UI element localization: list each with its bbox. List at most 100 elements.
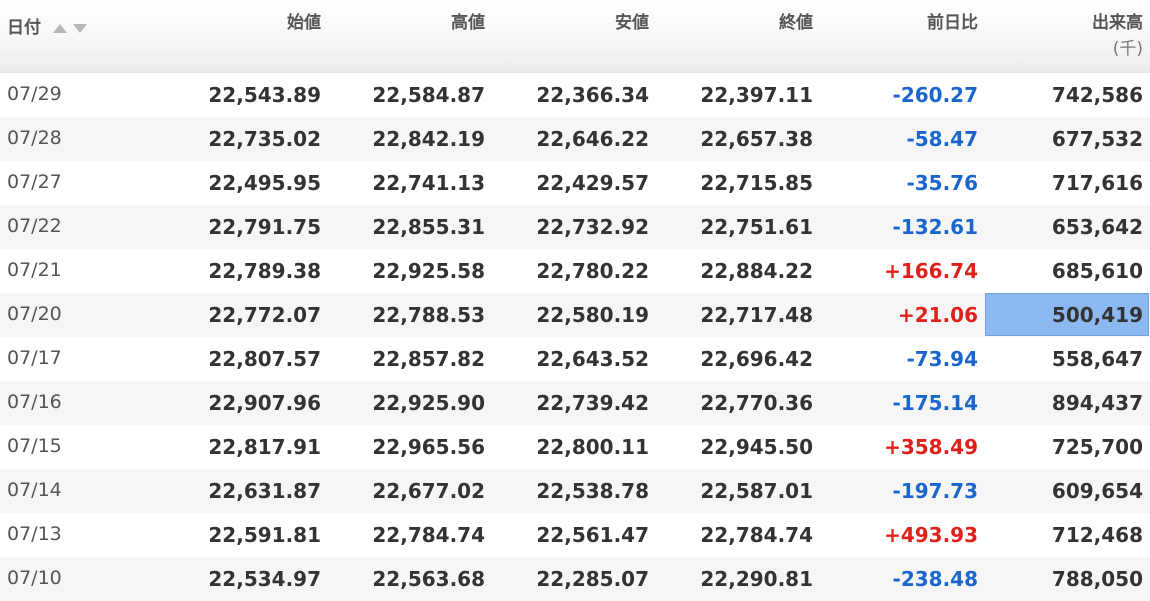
date-cell: 07/20 — [7, 303, 62, 325]
low-cell: 22,429.57 — [536, 171, 649, 195]
header-volume-label: 出来高 — [1092, 13, 1143, 33]
low-cell: 22,780.22 — [536, 259, 649, 283]
close-cell: 22,770.36 — [700, 391, 813, 415]
table-row[interactable]: 07/13 22,591.81 22,784.74 22,561.47 22,784.7… — [0, 513, 1150, 557]
date-cell: 07/17 — [7, 347, 62, 369]
header-change: 前日比 — [927, 13, 978, 33]
close-cell: 22,784.74 — [700, 523, 813, 547]
open-cell: 22,772.07 — [208, 303, 321, 327]
low-cell: 22,643.52 — [536, 347, 649, 371]
table-header: 日付 始値 高値 安値 終値 前日比 出来高 (千) — [0, 0, 1150, 73]
date-cell: 07/22 — [7, 215, 62, 237]
header-low: 安値 — [615, 13, 649, 33]
table-body: 07/29 22,543.89 22,584.87 22,366.34 22,397.1… — [0, 73, 1150, 601]
close-cell: 22,884.22 — [700, 259, 813, 283]
volume-cell: 894,437 — [1051, 391, 1143, 415]
volume-cell: 558,647 — [1051, 347, 1143, 371]
table-row[interactable]: 07/27 22,495.95 22,741.13 22,429.57 22,715.8… — [0, 161, 1150, 205]
header-date-label: 日付 — [7, 18, 41, 38]
volume-cell: 609,654 — [1051, 479, 1143, 503]
table-row[interactable]: 07/16 22,907.96 22,925.90 22,739.42 22,770.3… — [0, 381, 1150, 425]
high-cell: 22,784.74 — [372, 523, 485, 547]
volume-cell: 725,700 — [1051, 435, 1143, 459]
header-high: 高値 — [451, 13, 485, 33]
close-cell: 22,657.38 — [700, 127, 813, 151]
change-cell: -175.14 — [892, 391, 978, 415]
close-cell: 22,696.42 — [700, 347, 813, 371]
table-row[interactable]: 07/21 22,789.38 22,925.58 22,780.22 22,884.2… — [0, 249, 1150, 293]
high-cell: 22,677.02 — [372, 479, 485, 503]
change-cell: +166.74 — [884, 259, 978, 283]
change-cell: +493.93 — [884, 523, 978, 547]
change-cell: -197.73 — [892, 479, 978, 503]
close-cell: 22,290.81 — [700, 567, 813, 591]
date-cell: 07/13 — [7, 523, 62, 545]
change-cell: -58.47 — [906, 127, 978, 151]
open-cell: 22,789.38 — [208, 259, 321, 283]
header-close: 終値 — [779, 13, 813, 33]
date-cell: 07/29 — [7, 83, 62, 105]
open-cell: 22,807.57 — [208, 347, 321, 371]
table-row[interactable]: 07/29 22,543.89 22,584.87 22,366.34 22,397.1… — [0, 73, 1150, 117]
volume-cell: 685,610 — [1051, 259, 1143, 283]
sort-ascending-icon[interactable] — [53, 23, 67, 33]
high-cell: 22,741.13 — [372, 171, 485, 195]
date-cell: 07/28 — [7, 127, 62, 149]
date-cell: 07/14 — [7, 479, 62, 501]
low-cell: 22,366.34 — [536, 83, 649, 107]
volume-cell: 653,642 — [1051, 215, 1143, 239]
change-cell: -73.94 — [906, 347, 978, 371]
low-cell: 22,646.22 — [536, 127, 649, 151]
table-row[interactable]: 07/15 22,817.91 22,965.56 22,800.11 22,945.5… — [0, 425, 1150, 469]
close-cell: 22,587.01 — [700, 479, 813, 503]
low-cell: 22,800.11 — [536, 435, 649, 459]
open-cell: 22,817.91 — [208, 435, 321, 459]
sort-descending-icon[interactable] — [73, 23, 87, 33]
volume-cell: 712,468 — [1051, 523, 1143, 547]
open-cell: 22,534.97 — [208, 567, 321, 591]
volume-cell: 788,050 — [1051, 567, 1143, 591]
high-cell: 22,925.90 — [372, 391, 485, 415]
close-cell: 22,717.48 — [700, 303, 813, 327]
high-cell: 22,965.56 — [372, 435, 485, 459]
table-row[interactable]: 07/17 22,807.57 22,857.82 22,643.52 22,696.4… — [0, 337, 1150, 381]
low-cell: 22,732.92 — [536, 215, 649, 239]
high-cell: 22,788.53 — [372, 303, 485, 327]
low-cell: 22,739.42 — [536, 391, 649, 415]
open-cell: 22,631.87 — [208, 479, 321, 503]
volume-cell: 500,419 — [1051, 303, 1143, 327]
table-row[interactable]: 07/20 22,772.07 22,788.53 22,580.19 22,717.4… — [0, 293, 1150, 337]
low-cell: 22,285.07 — [536, 567, 649, 591]
stock-price-table: 日付 始値 高値 安値 終値 前日比 出来高 (千) 07/29 22,543.8… — [0, 0, 1150, 601]
date-cell: 07/15 — [7, 435, 62, 457]
open-cell: 22,591.81 — [208, 523, 321, 547]
table-row[interactable]: 07/22 22,791.75 22,855.31 22,732.92 22,751.6… — [0, 205, 1150, 249]
high-cell: 22,584.87 — [372, 83, 485, 107]
high-cell: 22,925.58 — [372, 259, 485, 283]
table-row[interactable]: 07/10 22,534.97 22,563.68 22,285.07 22,290.8… — [0, 557, 1150, 601]
high-cell: 22,857.82 — [372, 347, 485, 371]
open-cell: 22,543.89 — [208, 83, 321, 107]
change-cell: +358.49 — [884, 435, 978, 459]
table-row[interactable]: 07/28 22,735.02 22,842.19 22,646.22 22,657.3… — [0, 117, 1150, 161]
low-cell: 22,538.78 — [536, 479, 649, 503]
date-cell: 07/10 — [7, 567, 62, 589]
close-cell: 22,751.61 — [700, 215, 813, 239]
low-cell: 22,561.47 — [536, 523, 649, 547]
change-cell: -238.48 — [892, 567, 978, 591]
close-cell: 22,715.85 — [700, 171, 813, 195]
table-row[interactable]: 07/14 22,631.87 22,677.02 22,538.78 22,587.0… — [0, 469, 1150, 513]
date-cell: 07/21 — [7, 259, 62, 281]
close-cell: 22,397.11 — [700, 83, 813, 107]
close-cell: 22,945.50 — [700, 435, 813, 459]
change-cell: -260.27 — [892, 83, 978, 107]
header-volume: 出来高 (千) — [1092, 12, 1143, 60]
change-cell: +21.06 — [897, 303, 978, 327]
date-cell: 07/16 — [7, 391, 62, 413]
header-open: 始値 — [287, 13, 321, 33]
low-cell: 22,580.19 — [536, 303, 649, 327]
header-date-cell[interactable]: 日付 — [7, 17, 87, 39]
open-cell: 22,907.96 — [208, 391, 321, 415]
open-cell: 22,495.95 — [208, 171, 321, 195]
header-volume-unit: (千) — [1112, 39, 1143, 59]
